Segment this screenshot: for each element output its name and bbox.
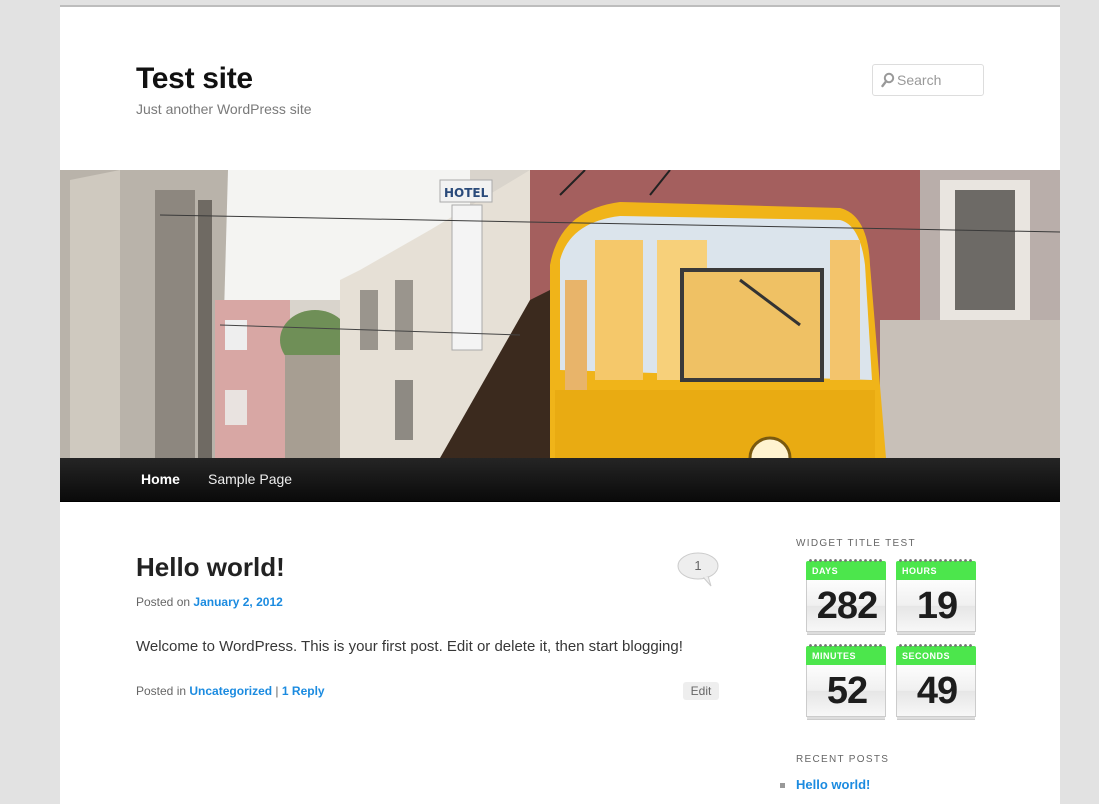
countdown-minutes-value: 52 [826,670,868,712]
tram-street-photo: HOTEL [60,170,1060,458]
countdown-minutes-label: MINUTES [812,651,856,661]
post-meta: Posted on January 2, 2012 [136,595,283,609]
calendar-binding-icon [898,558,974,563]
recent-post-link[interactable]: Hello world! [796,777,870,792]
search-icon [881,72,895,93]
svg-text:HOTEL: HOTEL [444,186,489,200]
category-link[interactable]: Uncategorized [189,684,272,698]
countdown-hours-value: 19 [916,585,958,627]
search-box[interactable] [872,64,984,96]
countdown-days-value: 282 [816,585,878,627]
countdown-seconds-value: 49 [916,670,958,712]
posted-in-label: Posted in [136,684,187,698]
search-input[interactable] [897,70,977,90]
countdown-days-card: DAYS 282 [806,558,886,636]
recent-post-item: Hello world! [780,777,870,792]
site-description: Just another WordPress site [136,101,312,117]
post-date-link[interactable]: January 2, 2012 [193,595,282,609]
comment-count: 1 [694,558,702,573]
comment-count-bubble[interactable]: 1 [677,552,719,587]
recent-posts-title: RECENT POSTS [796,754,890,765]
header-image[interactable]: HOTEL [60,170,1060,458]
countdown-days-label: DAYS [812,566,839,576]
posted-on-label: Posted on [136,595,191,609]
bullet-icon [780,783,785,788]
countdown-seconds-card: SECONDS 49 [896,643,976,721]
page: Test site Just another WordPress site Se… [60,5,1060,804]
calendar-binding-icon [808,643,884,648]
edit-button[interactable]: Edit [683,682,719,700]
countdown-hours-label: HOURS [902,566,938,576]
nav-item-home[interactable]: Home [141,471,180,487]
countdown-hours-card: HOURS 19 [896,558,976,636]
countdown-minutes-card: MINUTES 52 [806,643,886,721]
post-content: Welcome to WordPress. This is your first… [136,638,683,655]
reply-link[interactable]: 1 Reply [282,684,325,698]
site-title[interactable]: Test site [136,62,253,96]
footer-separator: | [275,684,279,698]
post-footer: Posted in Uncategorized | 1 Reply [136,684,325,698]
countdown-seconds-label: SECONDS [902,651,951,661]
calendar-binding-icon [808,558,884,563]
countdown-widget-title: WIDGET TITLE TEST [796,538,916,549]
recent-posts-list: Hello world! [780,777,870,792]
nav-item-sample-page[interactable]: Sample Page [208,471,292,487]
main-navigation: Home Sample Page [60,458,1060,502]
calendar-binding-icon [898,643,974,648]
post-title[interactable]: Hello world! [136,552,285,583]
